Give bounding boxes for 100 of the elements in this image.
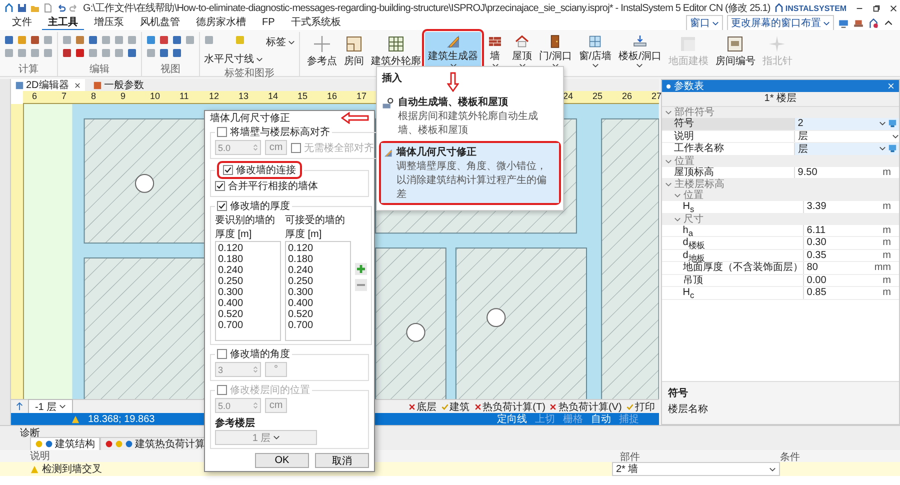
app-icon[interactable] <box>4 3 14 13</box>
property-value[interactable]: 层 <box>794 130 899 142</box>
ribbon-button[interactable]: 参考点 <box>304 32 340 70</box>
property-value[interactable]: 2 <box>794 118 899 130</box>
ribbon-button[interactable]: 房间 <box>341 32 367 70</box>
close-icon[interactable] <box>888 4 898 12</box>
monitor-icon[interactable] <box>838 18 849 28</box>
ribbon-button[interactable]: 屋顶 <box>509 32 535 70</box>
list-item[interactable]: 0.520 <box>218 309 278 320</box>
add-button[interactable] <box>355 263 367 275</box>
property-section[interactable]: 位置 <box>662 156 899 166</box>
diagnostics-tab[interactable]: 建筑结构 <box>30 437 100 450</box>
caret-icon[interactable] <box>58 404 66 409</box>
list-item[interactable]: 0.400 <box>218 298 278 309</box>
list-item[interactable]: 0.120 <box>288 243 348 254</box>
chevron-icon[interactable] <box>664 158 672 164</box>
toolbar-button[interactable]: 建筑 <box>440 400 470 414</box>
menu-tab[interactable]: 文件 <box>6 16 38 30</box>
menu-item[interactable]: 自动生成墙、楼板和屋顶 根据房间和建筑外轮廓自动生成墙、楼板和屋顶 <box>379 93 561 139</box>
room-marker[interactable] <box>486 308 506 327</box>
save-icon[interactable] <box>17 3 27 13</box>
ribbon-button[interactable]: 楼板/洞口 <box>616 32 664 70</box>
status-toggle[interactable]: 自动 <box>590 412 611 426</box>
document-tab[interactable]: 2D编辑器 <box>10 79 85 91</box>
ok-button[interactable]: OK <box>255 453 309 468</box>
list-item[interactable]: 0.250 <box>218 276 278 287</box>
object-selector[interactable]: 1* 楼层 <box>662 92 899 107</box>
menu-tab[interactable]: FP <box>256 16 281 30</box>
menu-tab[interactable]: 德房家水槽 <box>190 16 252 30</box>
checkbox[interactable]: 修改墙的厚度 <box>217 199 290 213</box>
checkbox[interactable]: 修改墙的连接 <box>223 163 296 177</box>
property-value[interactable]: 80 mm <box>804 262 899 274</box>
list-item[interactable]: 0.700 <box>288 320 348 331</box>
chevron-icon[interactable] <box>674 216 681 222</box>
stamp-icon[interactable] <box>853 18 864 28</box>
property-value[interactable]: 层 <box>794 143 899 154</box>
toolbar-button[interactable]: 底层 <box>408 400 437 414</box>
property-section[interactable]: 主楼层标高 <box>662 179 899 190</box>
property-section[interactable]: 位置 <box>662 190 899 201</box>
list-item[interactable]: 0.400 <box>288 298 348 309</box>
property-value[interactable]: 0.35 m <box>804 250 899 261</box>
room-marker[interactable] <box>134 174 154 193</box>
property-value[interactable]: 9.50 m <box>794 166 899 178</box>
chevron-icon[interactable] <box>664 110 672 115</box>
property-section[interactable]: 部件符号 <box>662 107 899 118</box>
list-item[interactable]: 0.520 <box>288 309 348 320</box>
status-toggle[interactable]: 定向线 <box>496 412 527 426</box>
checkbox[interactable]: 合并平行相接的墙体 <box>215 179 318 193</box>
menu-item[interactable]: 墙体几何尺寸修正 调整墙壁厚度、角度、微小错位，以消除建筑结构计算过程产生的偏差 <box>381 143 559 203</box>
list-item[interactable]: 0.180 <box>288 254 348 265</box>
property-value[interactable]: 3.39 m <box>804 201 899 212</box>
caret-icon[interactable] <box>288 40 295 44</box>
caret-icon[interactable] <box>823 20 830 26</box>
property-value[interactable]: 0.30 m <box>804 237 899 248</box>
list-item[interactable]: 0.240 <box>218 265 278 276</box>
caret-icon[interactable] <box>712 20 719 26</box>
hatched-room[interactable] <box>84 118 206 244</box>
layout-dropdown[interactable]: 更改屏幕的窗口布置 <box>727 15 834 31</box>
toolbar-button[interactable]: 热负荷计算(T) <box>474 400 546 414</box>
undo-icon[interactable] <box>56 3 66 13</box>
column-header[interactable]: 说明 <box>30 449 50 463</box>
menu-tab[interactable]: 干式系统板 <box>284 16 347 30</box>
monitor-icon[interactable] <box>888 119 897 128</box>
property-value[interactable]: 0.00 m <box>804 274 899 286</box>
property-value[interactable]: 6.11 m <box>804 224 899 236</box>
remove-button[interactable] <box>355 279 367 291</box>
list-item[interactable]: 0.120 <box>218 243 278 254</box>
ribbon-button[interactable]: 门/洞口 <box>536 32 575 70</box>
caret-icon[interactable] <box>769 466 776 472</box>
ribbon-button[interactable]: 水平尺寸线 <box>204 52 263 66</box>
caret-icon[interactable] <box>256 56 263 62</box>
cancel-button[interactable]: 取消 <box>315 453 369 468</box>
caret-icon[interactable] <box>592 63 599 68</box>
checkbox[interactable]: 将墙壁与楼层标高对齐 <box>217 125 330 139</box>
ribbon-button[interactable]: 标签 <box>266 35 295 49</box>
property-value[interactable]: 0.85 m <box>804 287 899 298</box>
column-header[interactable]: 条件 <box>780 450 900 462</box>
checkbox[interactable]: 修改墙的角度 <box>217 347 290 361</box>
list-item[interactable]: 0.240 <box>288 265 348 276</box>
house-badge-icon[interactable] <box>868 18 879 28</box>
restore-icon[interactable] <box>872 4 881 12</box>
list-item[interactable]: 0.300 <box>288 287 348 298</box>
room-marker[interactable] <box>406 323 426 342</box>
caret-icon[interactable] <box>636 63 644 68</box>
list-item[interactable]: 0.300 <box>218 287 278 298</box>
caret-icon[interactable] <box>272 435 280 440</box>
toolbar-button[interactable]: 热负荷计算(V) <box>549 400 622 414</box>
close-icon[interactable] <box>74 82 81 88</box>
window-dropdown[interactable]: 窗口 <box>686 15 723 31</box>
list-item[interactable]: 0.180 <box>218 254 278 265</box>
ribbon-button[interactable]: 窗/店墙 <box>576 32 615 70</box>
list-item[interactable]: 0.250 <box>288 276 348 287</box>
menu-tab[interactable]: 风机盘管 <box>134 16 186 30</box>
document-tab[interactable]: 一般参数 <box>88 79 148 91</box>
component-dropdown[interactable]: 2* 墙 <box>612 462 780 476</box>
toolbar-button[interactable]: 打印 <box>626 400 655 414</box>
list-item[interactable]: 0.700 <box>218 320 278 331</box>
document-icon[interactable] <box>43 3 53 13</box>
property-section[interactable]: 尺寸 <box>662 214 899 224</box>
monitor-icon[interactable] <box>888 144 897 154</box>
